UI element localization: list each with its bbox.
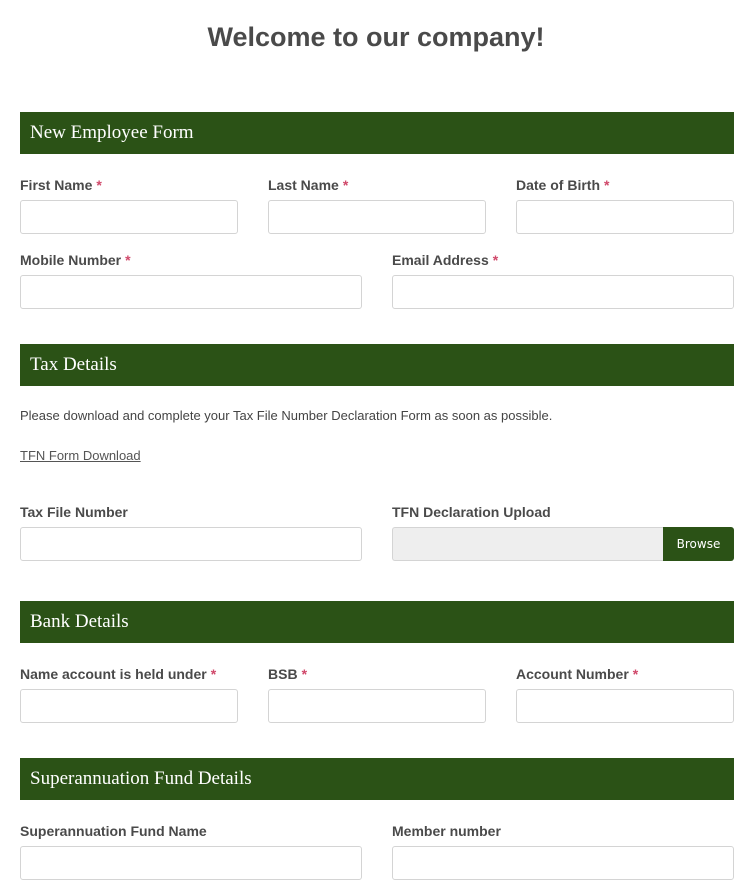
account-name-label-text: Name account is held under xyxy=(20,666,207,682)
required-marker: * xyxy=(632,666,639,682)
account-number-input[interactable] xyxy=(516,689,734,723)
first-name-input[interactable] xyxy=(20,200,238,234)
email-label: Email Address * xyxy=(392,252,498,268)
email-input[interactable] xyxy=(392,275,734,309)
required-marker: * xyxy=(96,177,102,193)
member-number-input[interactable] xyxy=(392,846,734,880)
required-marker: * xyxy=(342,177,349,193)
last-name-label-text: Last Name xyxy=(268,177,339,193)
dob-label: Date of Birth * xyxy=(516,177,609,193)
mobile-label-text: Mobile Number xyxy=(20,252,122,268)
bsb-label: BSB * xyxy=(268,666,307,682)
tax-instructions: Please download and complete your Tax Fi… xyxy=(20,408,553,423)
browse-button[interactable]: Browse xyxy=(663,527,734,561)
section-header-new-employee: New Employee Form xyxy=(20,112,734,154)
tfn-input[interactable] xyxy=(20,527,362,561)
member-number-label: Member number xyxy=(392,823,501,839)
required-marker: * xyxy=(210,666,217,682)
section-header-tax-details: Tax Details xyxy=(20,344,734,386)
dob-input[interactable] xyxy=(516,200,734,234)
required-marker: * xyxy=(125,252,131,268)
last-name-input[interactable] xyxy=(268,200,486,234)
account-number-label-text: Account Number xyxy=(516,666,629,682)
fund-name-input[interactable] xyxy=(20,846,362,880)
tfn-label: Tax File Number xyxy=(20,504,128,520)
account-name-input[interactable] xyxy=(20,689,238,723)
fund-name-label: Superannuation Fund Name xyxy=(20,823,207,839)
tfn-upload-field: Browse xyxy=(392,527,734,561)
section-header-bank-details: Bank Details xyxy=(20,601,734,643)
required-marker: * xyxy=(604,177,610,193)
email-label-text: Email Address xyxy=(392,252,489,268)
tfn-upload-label: TFN Declaration Upload xyxy=(392,504,551,520)
file-name-display[interactable] xyxy=(392,527,663,561)
mobile-input[interactable] xyxy=(20,275,362,309)
account-number-label: Account Number * xyxy=(516,666,638,682)
bsb-input[interactable] xyxy=(268,689,486,723)
dob-label-text: Date of Birth xyxy=(516,177,600,193)
mobile-label: Mobile Number * xyxy=(20,252,131,268)
first-name-label: First Name * xyxy=(20,177,102,193)
first-name-label-text: First Name xyxy=(20,177,93,193)
section-header-superannuation: Superannuation Fund Details xyxy=(20,758,734,800)
tfn-download-link[interactable]: TFN Form Download xyxy=(20,448,141,463)
required-marker: * xyxy=(492,252,499,268)
last-name-label: Last Name * xyxy=(268,177,348,193)
page-title: Welcome to our company! xyxy=(207,22,545,52)
bsb-label-text: BSB xyxy=(268,666,298,682)
required-marker: * xyxy=(301,666,308,682)
account-name-label: Name account is held under * xyxy=(20,666,216,682)
